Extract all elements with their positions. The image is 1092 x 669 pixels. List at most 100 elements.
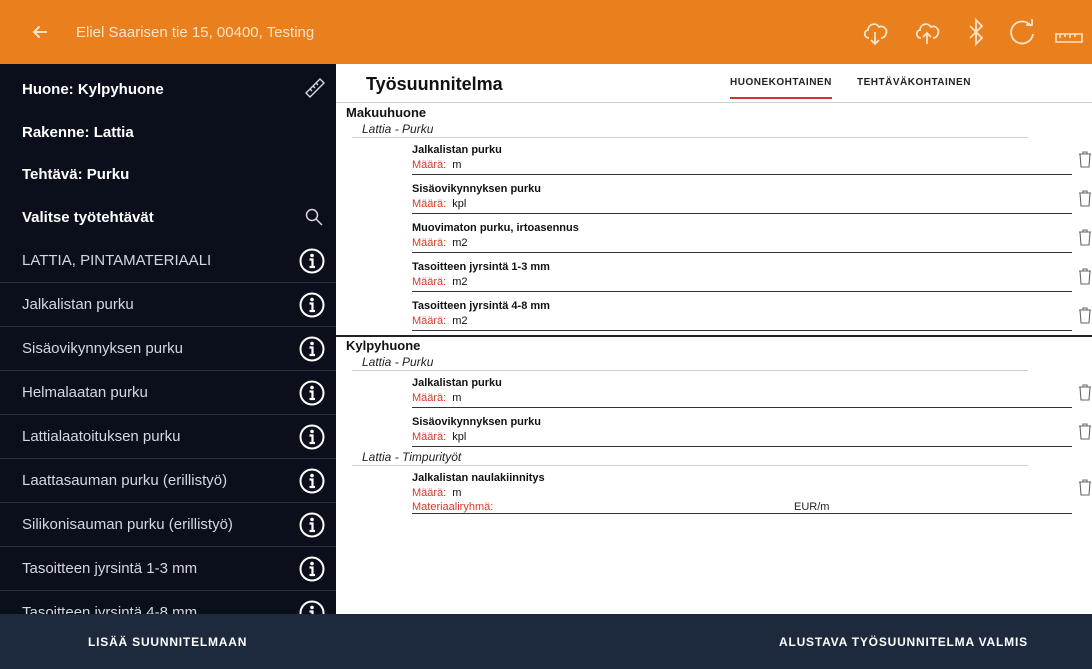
entry-name: Jalkalistan purku <box>412 144 502 156</box>
entry-name: Tasoitteen jyrsintä 4-8 mm <box>412 300 550 312</box>
plan-entry[interactable]: Jalkalistan purku Määrä: m <box>336 138 1092 177</box>
quantity-field[interactable]: Määrä: m <box>412 487 461 499</box>
info-icon[interactable] <box>298 247 326 275</box>
quantity-label: Määrä: <box>412 237 447 249</box>
quantity-field[interactable]: Määrä: m2 <box>412 237 468 249</box>
task-list-item[interactable]: Helmalaatan purku <box>0 371 336 415</box>
bottom-bar: LISÄÄ SUUNNITELMAAN ALUSTAVA TYÖSUUNNITE… <box>0 614 1092 669</box>
quantity-label: Määrä: <box>412 315 447 327</box>
plan-ready-button[interactable]: ALUSTAVA TYÖSUUNNITELMA VALMIS <box>779 635 1028 649</box>
task-list-item[interactable]: Lattialaatoituksen purku <box>0 415 336 459</box>
task-item-label: Lattialaatoituksen purku <box>22 428 181 445</box>
quantity-label: Määrä: <box>412 276 447 288</box>
entry-underline <box>412 330 1072 331</box>
task-list-item[interactable]: Silikonisauman purku (erillistyö) <box>0 503 336 547</box>
material-group-field[interactable]: Materiaaliryhmä: <box>412 501 493 513</box>
structure-label: Rakenne: Lattia <box>22 124 134 141</box>
work-group-heading: Lattia - Purku <box>352 121 1028 138</box>
trash-icon[interactable] <box>1078 189 1092 207</box>
quantity-label: Määrä: <box>412 487 447 499</box>
info-icon[interactable] <box>298 379 326 407</box>
info-icon[interactable] <box>298 291 326 319</box>
plan-entry[interactable]: Sisäovikynnyksen purku Määrä: kpl <box>336 177 1092 216</box>
info-icon[interactable] <box>298 511 326 539</box>
entry-underline <box>412 291 1072 292</box>
plan-entry[interactable]: Tasoitteen jyrsintä 1-3 mm Määrä: m2 <box>336 255 1092 294</box>
task-item-label: Helmalaatan purku <box>22 384 148 401</box>
quantity-field[interactable]: Määrä: m2 <box>412 315 468 327</box>
quantity-label: Määrä: <box>412 392 447 404</box>
entry-underline <box>412 252 1072 253</box>
address-title: Eliel Saarisen tie 15, 00400, Testing <box>76 24 315 41</box>
info-icon[interactable] <box>298 423 326 451</box>
tab-task-specific[interactable]: TEHTÄVÄKOHTAINEN <box>857 77 971 97</box>
quantity-field[interactable]: Määrä: m <box>412 392 461 404</box>
info-icon[interactable] <box>298 599 326 614</box>
quantity-unit: kpl <box>452 198 467 210</box>
quantity-unit: m <box>452 159 462 171</box>
trash-icon[interactable] <box>1078 267 1092 285</box>
quantity-unit: m2 <box>452 276 468 288</box>
plan-entry[interactable]: Tasoitteen jyrsintä 4-8 mm Määrä: m2 <box>336 294 1092 333</box>
cloud-download-icon[interactable] <box>858 14 894 50</box>
entry-underline <box>412 174 1072 175</box>
cloud-upload-icon[interactable] <box>910 14 946 50</box>
plan-entry[interactable]: Muovimaton purku, irtoasennus Määrä: m2 <box>336 216 1092 255</box>
plan-list: Makuuhuone Lattia - Purku Jalkalistan purk… <box>336 104 1092 516</box>
room-heading: Makuuhuone <box>346 105 427 120</box>
task-item-label: Sisäovikynnyksen purku <box>22 340 183 357</box>
entry-name: Tasoitteen jyrsintä 1-3 mm <box>412 261 550 273</box>
task-list-item[interactable]: LATTIA, PINTAMATERIAALI <box>0 239 336 283</box>
refresh-icon[interactable] <box>1004 14 1040 50</box>
task-list-item[interactable]: Tasoitteen jyrsintä 1-3 mm <box>0 547 336 591</box>
quantity-unit: kpl <box>452 431 467 443</box>
info-icon[interactable] <box>298 467 326 495</box>
trash-icon[interactable] <box>1078 383 1092 401</box>
price-unit: EUR/m <box>794 501 830 513</box>
trash-icon[interactable] <box>1078 228 1092 246</box>
task-list-item[interactable]: Tasoitteen jyrsintä 4-8 mm <box>0 591 336 614</box>
trash-icon[interactable] <box>1078 306 1092 324</box>
info-icon[interactable] <box>298 335 326 363</box>
quantity-unit: m <box>452 487 462 499</box>
bluetooth-icon[interactable] <box>958 14 994 50</box>
trash-icon[interactable] <box>1078 150 1092 168</box>
tab-room-specific[interactable]: HUONEKOHTAINEN <box>730 77 832 99</box>
entry-name: Jalkalistan naulakiinnitys <box>412 472 545 484</box>
quantity-field[interactable]: Määrä: kpl <box>412 198 466 210</box>
task-item-label: Jalkalistan purku <box>22 296 134 313</box>
page-title: Työsuunnitelma <box>366 74 503 94</box>
entry-underline <box>412 213 1072 214</box>
plan-entry[interactable]: Sisäovikynnyksen purku Määrä: kpl <box>336 410 1092 449</box>
task-item-label: LATTIA, PINTAMATERIAALI <box>22 252 212 269</box>
quantity-label: Määrä: <box>412 431 447 443</box>
back-arrow-icon[interactable] <box>26 18 54 46</box>
quantity-field[interactable]: Määrä: m <box>412 159 461 171</box>
task-list-item[interactable]: Laattasauman purku (erillistyö) <box>0 459 336 503</box>
task-list-item[interactable]: Jalkalistan purku <box>0 283 336 327</box>
ruler-icon[interactable] <box>303 76 327 100</box>
quantity-label: Määrä: <box>412 159 447 171</box>
plan-entry[interactable]: Jalkalistan purku Määrä: m <box>336 371 1092 410</box>
quantity-field[interactable]: Määrä: kpl <box>412 431 466 443</box>
tab-divider <box>336 102 1092 103</box>
select-tasks-label: Valitse työtehtävät <box>22 209 154 226</box>
tape-measure-icon[interactable] <box>1050 14 1086 50</box>
search-icon[interactable] <box>303 206 327 230</box>
task-label: Tehtävä: Purku <box>22 166 130 183</box>
plan-entry[interactable]: Jalkalistan naulakiinnitys Määrä: m Materia… <box>336 466 1092 516</box>
quantity-field[interactable]: Määrä: m2 <box>412 276 468 288</box>
quantity-unit: m2 <box>452 237 468 249</box>
quantity-unit: m <box>452 392 462 404</box>
task-list-item[interactable]: Sisäovikynnyksen purku <box>0 327 336 371</box>
task-list: LATTIA, PINTAMATERIAALI Jalkalistan purku… <box>0 239 336 614</box>
add-to-plan-button[interactable]: LISÄÄ SUUNNITELMAAN <box>88 635 247 649</box>
top-bar: Eliel Saarisen tie 15, 00400, Testing <box>0 0 1092 64</box>
work-group-heading: Lattia - Timpurityöt <box>352 449 1028 466</box>
work-plan-panel: Työsuunnitelma HUONEKOHTAINEN TEHTÄVÄKOH… <box>336 64 1092 614</box>
info-icon[interactable] <box>298 555 326 583</box>
room-label: Huone: Kylpyhuone <box>22 81 164 98</box>
task-item-label: Silikonisauman purku (erillistyö) <box>22 516 233 533</box>
trash-icon[interactable] <box>1078 422 1092 440</box>
trash-icon[interactable] <box>1078 478 1092 496</box>
